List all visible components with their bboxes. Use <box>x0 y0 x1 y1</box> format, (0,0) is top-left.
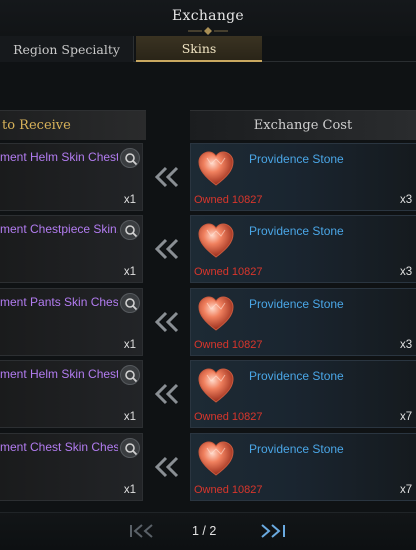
magnifier-icon[interactable] <box>120 148 140 168</box>
exchange-row[interactable]: ment Helm Skin Chest x1 Providence Stone… <box>0 360 416 430</box>
receive-item-cell[interactable]: ment Pants Skin Chest x1 <box>0 288 143 356</box>
receive-item-qty: x1 <box>123 411 136 423</box>
cost-item-qty: x3 <box>400 266 413 278</box>
owned-count: Owned 10827 <box>194 339 263 351</box>
cost-item-cell: Providence Stone Owned 10827 x7 <box>190 360 416 428</box>
receive-item-name: ment Helm Skin Chest <box>0 150 118 164</box>
magnifier-icon[interactable] <box>120 220 140 240</box>
receive-item-name: ment Helm Skin Chest <box>0 367 118 381</box>
cost-item-qty: x3 <box>400 339 413 351</box>
cost-item-qty: x3 <box>400 194 413 206</box>
page-indicator: 1 / 2 <box>192 524 217 538</box>
first-page-icon[interactable] <box>128 523 156 539</box>
tab-skins[interactable]: Skins <box>136 36 262 62</box>
receive-item-name: ment Chest Skin Chest <box>0 440 118 454</box>
receive-header-label: to Receive <box>2 118 71 133</box>
magnifier-icon[interactable] <box>120 365 140 385</box>
providence-stone-icon <box>198 223 234 258</box>
receive-item-cell[interactable]: ment Chest Skin Chest x1 <box>0 433 143 501</box>
receive-item-qty: x1 <box>123 194 136 206</box>
owned-count: Owned 10827 <box>194 411 263 423</box>
cost-item-name: Providence Stone <box>249 224 344 238</box>
receive-item-qty: x1 <box>123 339 136 351</box>
last-page-icon[interactable] <box>258 523 290 539</box>
receive-column-header: to Receive <box>0 110 146 140</box>
providence-stone-icon <box>198 368 234 403</box>
receive-item-qty: x1 <box>123 484 136 496</box>
cost-column-header: Exchange Cost <box>190 110 416 140</box>
pagination-bar: 1 / 2 <box>0 512 416 550</box>
receive-item-cell[interactable]: ment Helm Skin Chest x1 <box>0 360 143 428</box>
title-ornament-icon <box>188 27 228 35</box>
cost-item-cell: Providence Stone Owned 10827 x7 <box>190 433 416 501</box>
title-bar: Exchange <box>0 0 416 36</box>
exchange-row[interactable]: ment Pants Skin Chest x1 Providence Ston… <box>0 288 416 358</box>
cost-item-cell: Providence Stone Owned 10827 x3 <box>190 215 416 283</box>
exchange-row[interactable]: ment Chest Skin Chest x1 Providence Ston… <box>0 433 416 503</box>
cost-item-cell: Providence Stone Owned 10827 x3 <box>190 288 416 356</box>
tab-bar: Region Specialty Skins <box>0 36 416 62</box>
receive-item-name: ment Pants Skin Chest <box>0 295 118 309</box>
exchange-row[interactable]: ment Chestpiece Skin. x1 Providence Ston… <box>0 215 416 285</box>
receive-item-qty: x1 <box>123 266 136 278</box>
cost-item-name: Providence Stone <box>249 442 344 456</box>
double-chevron-left-icon <box>154 238 179 260</box>
double-chevron-left-icon <box>154 456 179 478</box>
owned-count: Owned 10827 <box>194 484 263 496</box>
receive-item-cell[interactable]: ment Chestpiece Skin. x1 <box>0 215 143 283</box>
providence-stone-icon <box>198 151 234 186</box>
tab-region-specialty[interactable]: Region Specialty <box>0 36 134 62</box>
window-title: Exchange <box>172 8 244 24</box>
double-chevron-left-icon <box>154 166 179 188</box>
providence-stone-icon <box>198 296 234 331</box>
spacer <box>0 62 416 108</box>
cost-item-name: Providence Stone <box>249 297 344 311</box>
cost-item-qty: x7 <box>400 411 413 423</box>
owned-count: Owned 10827 <box>194 266 263 278</box>
providence-stone-icon <box>198 441 234 476</box>
cost-item-name: Providence Stone <box>249 152 344 166</box>
magnifier-icon[interactable] <box>120 438 140 458</box>
cost-item-qty: x7 <box>400 484 413 496</box>
receive-item-name: ment Chestpiece Skin. <box>0 222 118 236</box>
cost-header-label: Exchange Cost <box>253 118 353 133</box>
receive-item-cell[interactable]: ment Helm Skin Chest x1 <box>0 143 143 211</box>
owned-count: Owned 10827 <box>194 194 263 206</box>
cost-item-name: Providence Stone <box>249 369 344 383</box>
magnifier-icon[interactable] <box>120 293 140 313</box>
exchange-row[interactable]: ment Helm Skin Chest x1 Providence Stone… <box>0 143 416 213</box>
double-chevron-left-icon <box>154 383 179 405</box>
cost-item-cell: Providence Stone Owned 10827 x3 <box>190 143 416 211</box>
double-chevron-left-icon <box>154 311 179 333</box>
